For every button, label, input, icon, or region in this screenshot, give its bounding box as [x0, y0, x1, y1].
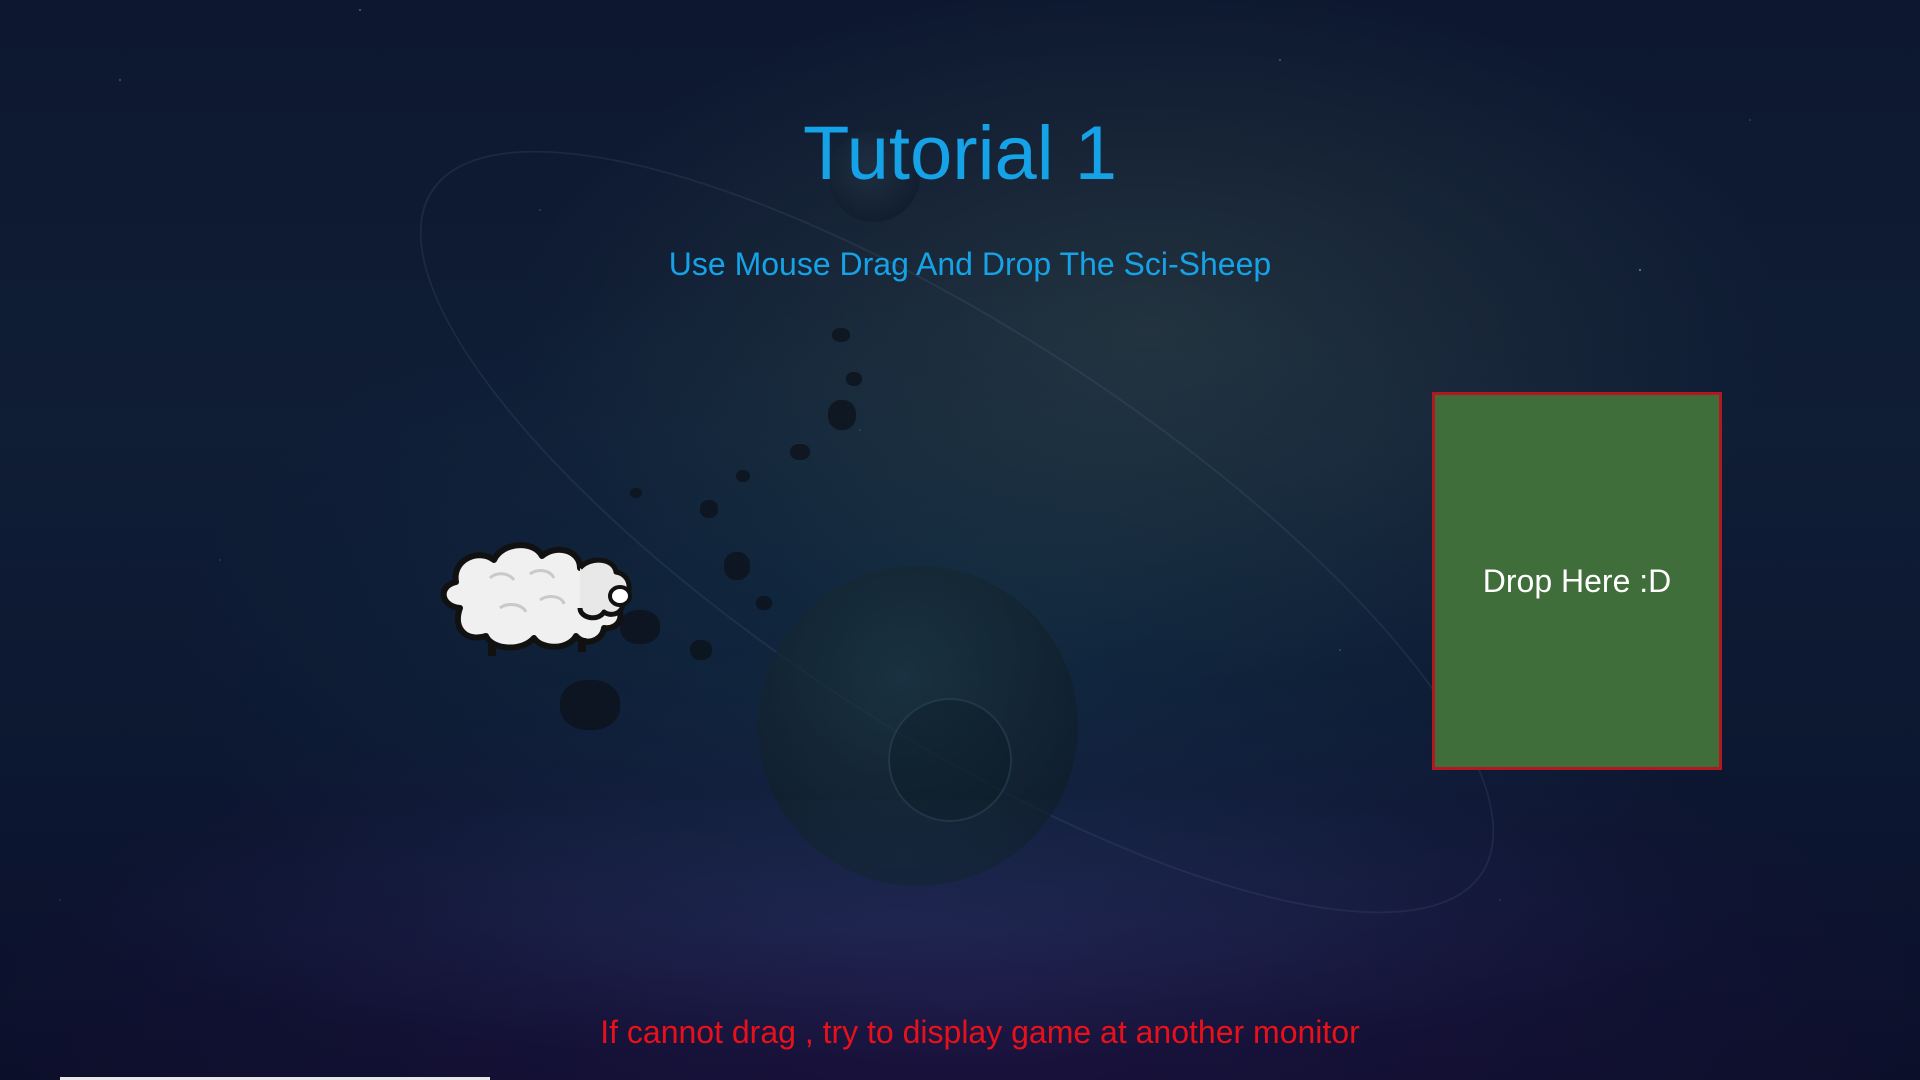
asteroid [790, 444, 810, 460]
asteroid [630, 488, 642, 498]
asteroid [736, 470, 750, 482]
sheep-icon [440, 542, 632, 656]
tutorial-title: Tutorial 1 [803, 111, 1117, 196]
drag-warning-message: If cannot drag , try to display game at … [600, 1014, 1360, 1050]
asteroid [690, 640, 712, 660]
drop-target-zone[interactable]: Drop Here :D [1432, 392, 1722, 770]
game-scene: Tutorial 1 Use Mouse Drag And Drop The S… [0, 0, 1920, 1080]
asteroid [832, 328, 850, 342]
sci-sheep[interactable] [430, 538, 646, 662]
asteroid [828, 400, 856, 430]
asteroid [700, 500, 718, 518]
drop-zone-label: Drop Here :D [1482, 562, 1672, 599]
asteroid [756, 596, 772, 610]
instruction-subtitle: Use Mouse Drag And Drop The Sci-Sheep [668, 246, 1272, 282]
asteroid [724, 552, 750, 580]
title-container: Tutorial 1 [780, 110, 1140, 197]
asteroid [846, 372, 862, 386]
asteroid [560, 680, 620, 730]
